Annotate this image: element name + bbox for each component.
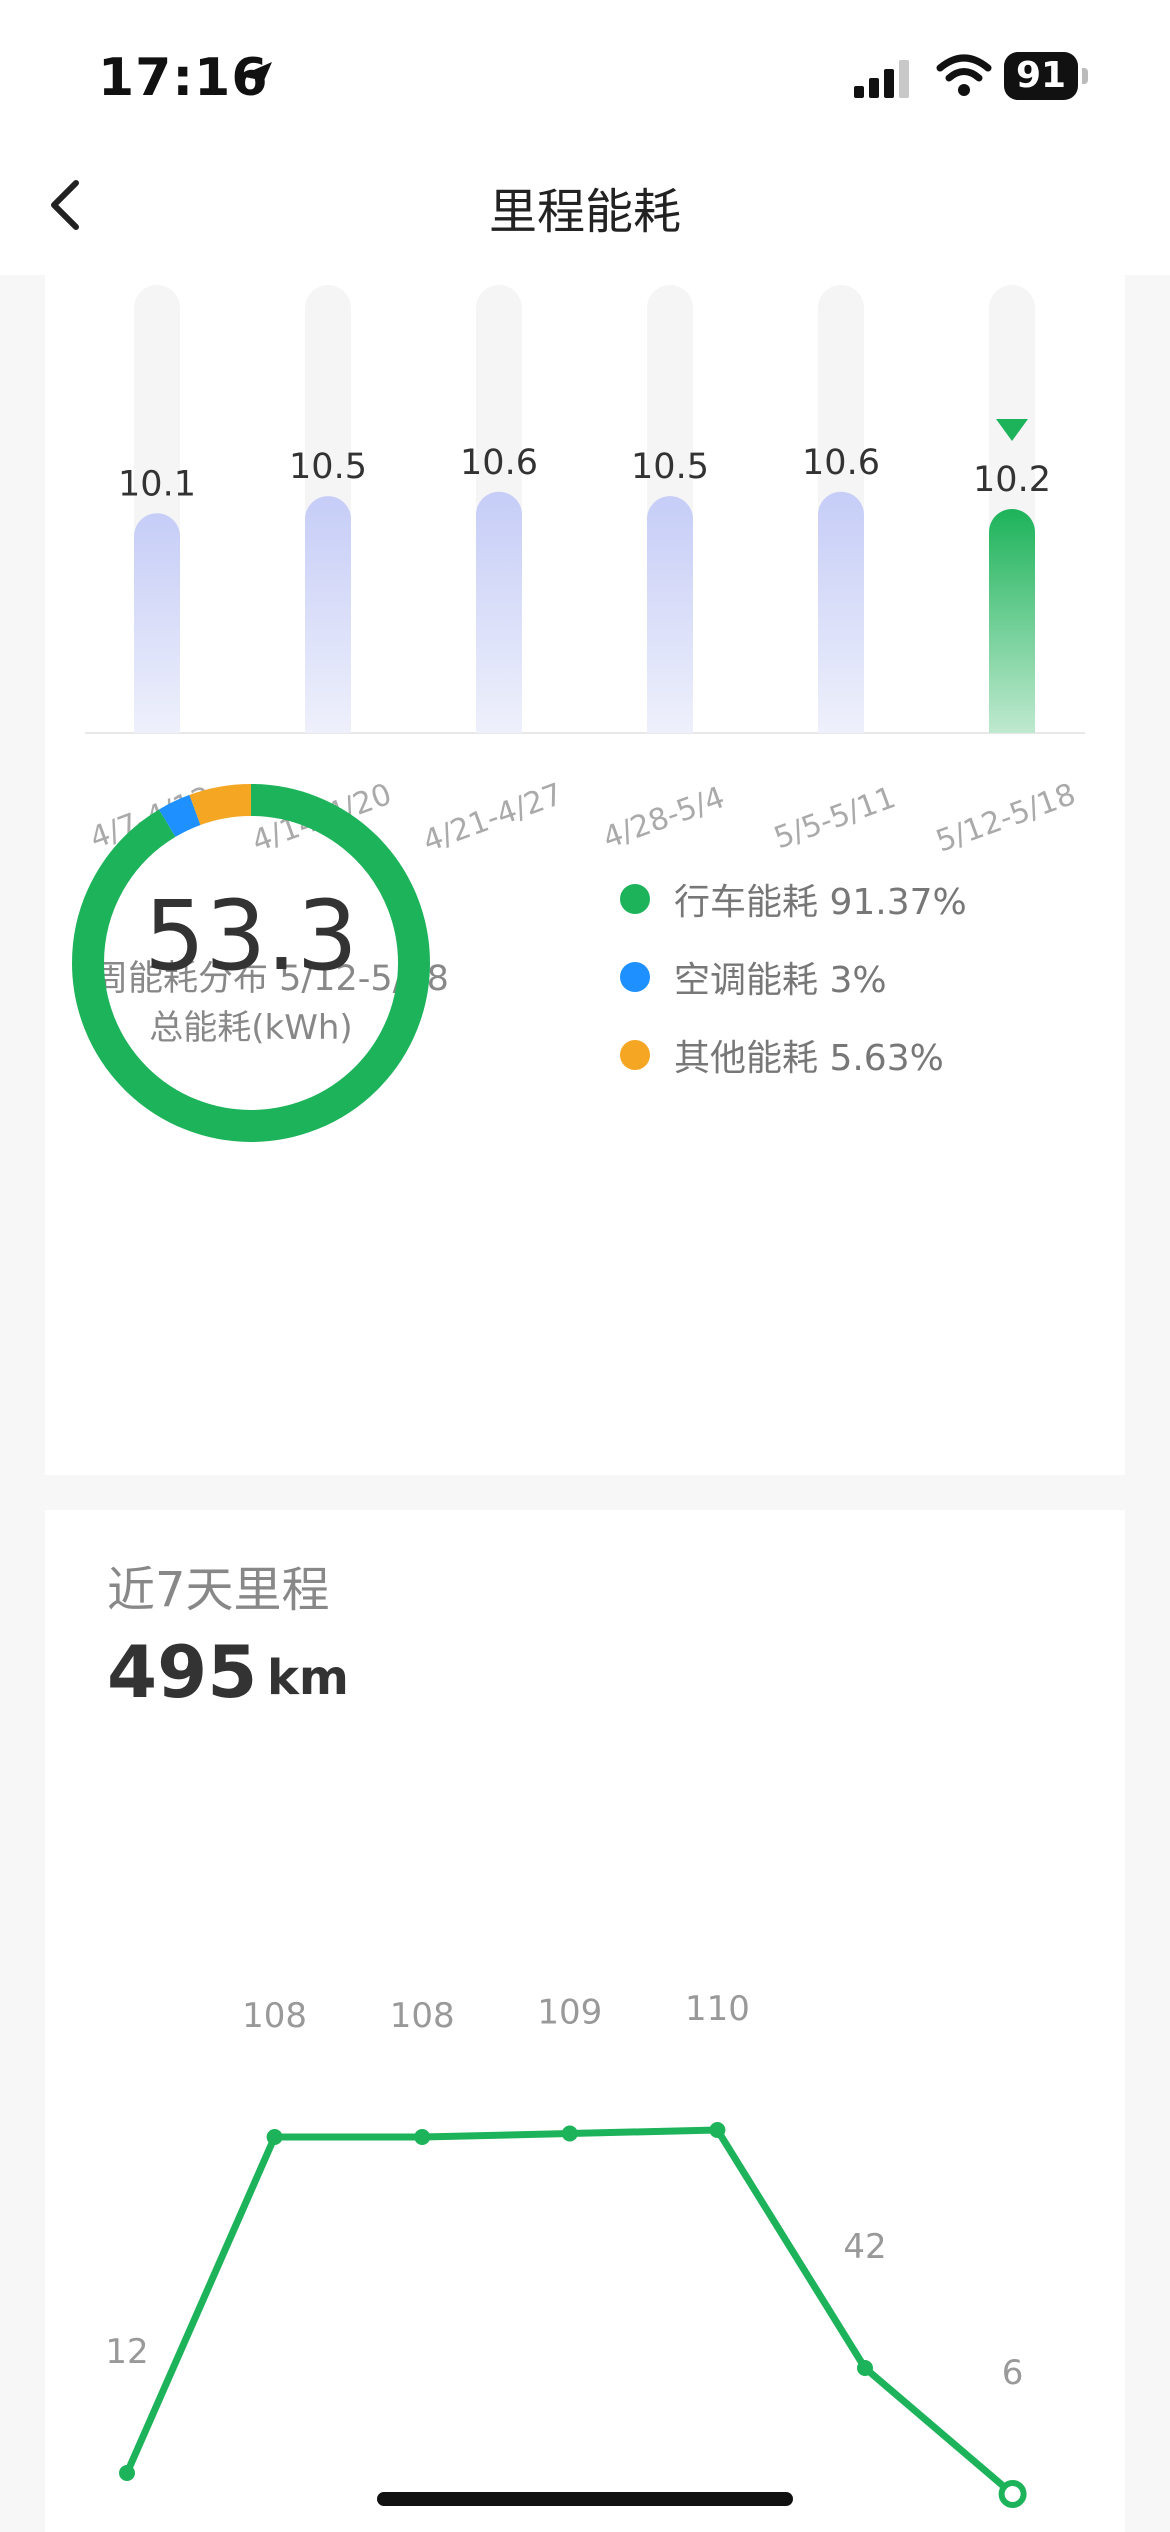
- data-point[interactable]: [414, 2129, 431, 2145]
- bar-category-label: 4/21-4/27: [419, 777, 568, 860]
- legend-label-ac: 空调能耗 3%: [674, 960, 887, 1001]
- data-point-selected[interactable]: [998, 2480, 1027, 2508]
- legend-item-other: 其他能耗 5.63%: [620, 1016, 967, 1094]
- top-bar: 17:16 91 里程能耗: [0, 0, 1170, 275]
- bar[interactable]: [818, 491, 864, 733]
- home-indicator: [377, 2492, 793, 2506]
- bar[interactable]: [134, 513, 180, 733]
- total-energy-label: 总能耗(kWh): [149, 1008, 353, 1048]
- bar-value-label: 10.1: [118, 464, 196, 504]
- legend-item-driving: 行车能耗 91.37%: [620, 860, 967, 938]
- point-value-label: 108: [390, 1996, 455, 2036]
- point-value-label: 109: [537, 1993, 602, 2033]
- bar-category-label: 4/28-5/4: [598, 780, 729, 856]
- legend-label-driving: 行车能耗 91.37%: [674, 882, 967, 923]
- bar[interactable]: [305, 496, 351, 733]
- battery-tip: [1082, 68, 1088, 84]
- legend-dot-ac: [620, 962, 650, 992]
- point-value-label: 42: [843, 2227, 886, 2267]
- bar[interactable]: [647, 496, 693, 733]
- point-value-label: 110: [685, 1989, 750, 2029]
- battery-indicator: 91: [1004, 52, 1088, 102]
- cellular-signal-icon: [854, 60, 909, 98]
- point-value-label: 12: [105, 2332, 148, 2372]
- data-point[interactable]: [119, 2465, 135, 2481]
- distribution-legend: 行车能耗 91.37% 空调能耗 3% 其他能耗 5.63%: [620, 860, 967, 1094]
- bar-value-label: 10.2: [973, 460, 1051, 500]
- wifi-icon: [936, 54, 992, 96]
- mileage-line: [123, 2126, 1017, 2498]
- bar[interactable]: [476, 491, 522, 733]
- location-arrow-icon: [240, 62, 272, 94]
- bar[interactable]: [989, 509, 1035, 733]
- bar-value-label: 10.6: [802, 443, 880, 483]
- point-value-label: 108: [242, 1996, 307, 2036]
- bar-value-label: 10.5: [631, 447, 709, 487]
- legend-item-ac: 空调能耗 3%: [620, 938, 967, 1016]
- total-energy-value: 53.3: [144, 880, 358, 992]
- mileage-card: 近7天里程 495 km 12 108 108 109 110 42 6: [45, 1510, 1125, 2532]
- battery-level: 91: [1004, 52, 1078, 100]
- legend-dot-other: [620, 1040, 650, 1070]
- data-point[interactable]: [561, 2125, 578, 2142]
- bar-category-label: 5/5-5/11: [769, 780, 900, 856]
- bar-category-label: 5/12-5/18: [932, 777, 1081, 860]
- mileage-line-chart[interactable]: 12 108 108 109 110 42 6: [45, 1510, 1125, 2532]
- bar-value-label: 10.6: [460, 443, 538, 483]
- page-title: 里程能耗: [488, 184, 681, 240]
- legend-dot-driving: [620, 884, 650, 914]
- legend-label-other: 其他能耗 5.63%: [674, 1038, 944, 1079]
- data-point[interactable]: [266, 2129, 283, 2145]
- data-point[interactable]: [857, 2360, 873, 2376]
- data-point[interactable]: [709, 2122, 726, 2138]
- bar-value-label: 10.5: [289, 447, 367, 487]
- point-value-label: 6: [1002, 2353, 1024, 2393]
